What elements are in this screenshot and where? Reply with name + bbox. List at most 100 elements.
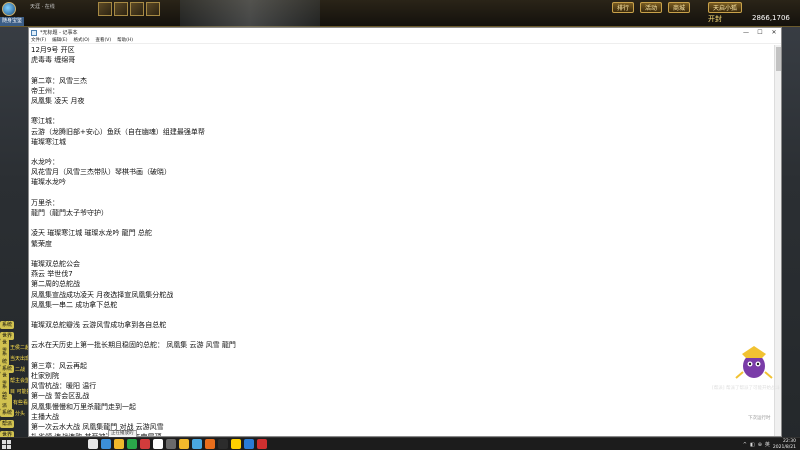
text-line: 燕云 举世伐7: [31, 270, 73, 279]
menu-format[interactable]: 格式(O): [73, 37, 89, 43]
clock-date: 2021/8/21: [772, 444, 796, 450]
text-line: 风花雪月（风雪三杰带队）琴棋书画（破晓）: [31, 168, 171, 177]
text-line: 凤凰集慢慢和万里杀龍門走到一起: [31, 402, 136, 411]
text-line: 凤凰集一串二 成功拿下总舵: [31, 300, 118, 309]
notepad-window: *无标题 - 记事本 — ☐ ✕ 文件(F) 编辑(E) 格式(O) 查看(V)…: [28, 27, 782, 437]
text-line: 云水在天历史上第一批长期且稳固的总舵： 凤凰集 云游 风雪 龍門: [31, 341, 236, 350]
text-line: 璀璨寒江城: [31, 137, 66, 146]
tray-ime-icon[interactable]: 英: [765, 441, 770, 448]
taskbar-app-icon[interactable]: [257, 439, 267, 449]
skill-slot-icon[interactable]: [98, 2, 112, 16]
chat-line[interactable]: 系统 当天出现: [0, 350, 30, 366]
text-line: [31, 249, 773, 259]
text-line: 寒江城：: [31, 117, 59, 126]
chat-line[interactable]: 帮派 有些看: [0, 394, 28, 410]
text-line: 帝王州：: [31, 86, 59, 95]
text-line: 第一次云水大战 凤凰集龍門 对战 云游风雪: [31, 422, 164, 431]
tray-expand-icon[interactable]: ^: [743, 442, 747, 448]
gold-label: 开封: [708, 15, 722, 23]
text-line: 凤凰集宣战成功凌天 月夜选择宣凤凰集分舵战: [31, 290, 174, 299]
menu-help[interactable]: 帮助(H): [117, 37, 133, 43]
hud-button[interactable]: 活动: [640, 2, 663, 13]
text-line: 第一战 誓会区乱战: [31, 392, 90, 401]
text-line: [31, 188, 773, 198]
hud-button[interactable]: 排行: [612, 2, 635, 13]
chat-channel-tag: 系统: [0, 321, 15, 329]
menu-edit[interactable]: 编辑(E): [52, 37, 67, 43]
taskbar-app-icon[interactable]: [114, 439, 124, 449]
text-line: 璀璨水龙吟: [31, 178, 66, 187]
notepad-menubar: 文件(F) 编辑(E) 格式(O) 查看(V) 帮助(H): [29, 37, 781, 44]
text-line: [31, 330, 773, 340]
taskbar-app-icon[interactable]: [140, 439, 150, 449]
text-line: 主播大战: [31, 412, 59, 421]
text-line: 龍門（龍門太子爷守护）: [31, 209, 108, 217]
taskbar: ^ ◧ ⊕ 英 22:30 2021/8/21: [0, 437, 800, 450]
taskbar-app-icon[interactable]: [218, 439, 228, 449]
taskbar-clock[interactable]: 22:30 2021/8/21: [773, 439, 796, 450]
chat-text: 二战: [15, 366, 26, 373]
hud-left-tab[interactable]: 随身宝鉴: [0, 17, 24, 26]
text-line: 凌天 璀璨寒江城 璀璨水龙吟 龍門 总舵: [31, 229, 152, 238]
text-line: 虎毒毒 缠绵哥: [31, 56, 76, 65]
text-line: [31, 65, 773, 75]
taskbar-app-icon[interactable]: [166, 439, 176, 449]
text-line: 第三章：风云再起: [31, 361, 87, 370]
taskbar-app-icon[interactable]: [205, 439, 215, 449]
taskbar-app-icons: [88, 439, 267, 449]
vertical-scrollbar[interactable]: [774, 45, 781, 436]
maximize-button[interactable]: ☐: [753, 28, 767, 37]
close-button[interactable]: ✕: [767, 28, 781, 37]
tray-network-icon[interactable]: ◧: [750, 442, 755, 448]
scrollbar-thumb[interactable]: [776, 47, 781, 71]
taskbar-app-icon[interactable]: [153, 439, 163, 449]
taskbar-app-icon[interactable]: [244, 439, 254, 449]
desktop: 天涯 · 在线 随身宝鉴 排行 活动 商城 天启小狐 开封 2866,1706 …: [0, 0, 800, 450]
taskbar-app-icon[interactable]: [179, 439, 189, 449]
menu-file[interactable]: 文件(F): [31, 37, 46, 43]
taskbar-app-icon[interactable]: [192, 439, 202, 449]
notepad-titlebar[interactable]: *无标题 - 记事本 — ☐ ✕: [29, 28, 781, 37]
mascot-character-icon[interactable]: [734, 344, 774, 382]
minimize-button[interactable]: —: [739, 28, 753, 37]
windows-start-icon[interactable]: [2, 440, 11, 449]
taskbar-app-icon[interactable]: [127, 439, 137, 449]
text-line: 凤凰集 凌天 月夜: [31, 96, 85, 105]
chat-text: 有些看: [12, 399, 28, 406]
text-line: 璀璨双总舵瓣浅 云游风雪成功拿到各自总舵: [31, 321, 167, 330]
gold-value: 2866,1706: [752, 14, 790, 22]
chat-line[interactable]: 系统 分头: [0, 408, 28, 418]
hud-mode-button[interactable]: 天启小狐: [708, 2, 743, 13]
taskbar-app-icon[interactable]: [231, 439, 241, 449]
text-line: [31, 310, 773, 320]
chat-channel-tag: 系统: [0, 409, 15, 417]
hud-button[interactable]: 商城: [668, 2, 691, 13]
hud-subtitle: 天涯 · 在线: [30, 4, 55, 10]
tray-volume-icon[interactable]: ⊕: [758, 442, 762, 448]
chat-line[interactable]: 系统: [0, 320, 28, 330]
corner-notice: 下次运行时: [748, 416, 771, 421]
text-line: 12月9号 开区: [31, 46, 75, 54]
hud-scene-strip: [180, 0, 320, 27]
notepad-text-area[interactable]: 12月9号 开区 虎毒毒 缠绵哥 第二章：风雪三杰 帝王州： 凤凰集 凌天 月夜 寒江城：…: [31, 45, 773, 436]
menu-view[interactable]: 查看(V): [96, 37, 112, 43]
skill-slot-icon[interactable]: [130, 2, 144, 16]
hud-skill-slots: [98, 2, 160, 16]
text-line: 万里杀：: [31, 198, 59, 207]
text-line: [31, 147, 773, 157]
guild-notice: [帮派] 帮派了帮派了可能开始战斗: [712, 386, 780, 391]
chat-line[interactable]: 帮派: [0, 419, 28, 429]
text-line: 璀璨双总舵公会: [31, 259, 80, 268]
skill-slot-icon[interactable]: [146, 2, 160, 16]
text-line: 水龙吟：: [31, 158, 59, 167]
window-controls: — ☐ ✕: [739, 28, 781, 37]
chat-text: 分头: [15, 410, 26, 417]
game-logo-icon[interactable]: [2, 2, 16, 16]
skill-slot-icon[interactable]: [114, 2, 128, 16]
text-line: 扎雀领 连战连败 甚至被逼退到了江南屋顶: [31, 432, 773, 436]
taskbar-app-icon[interactable]: [101, 439, 111, 449]
system-tray: ^ ◧ ⊕ 英 22:30 2021/8/21: [743, 439, 796, 450]
notepad-icon: [31, 29, 37, 36]
text-line: [31, 218, 773, 228]
taskbar-app-icon[interactable]: [88, 439, 98, 449]
